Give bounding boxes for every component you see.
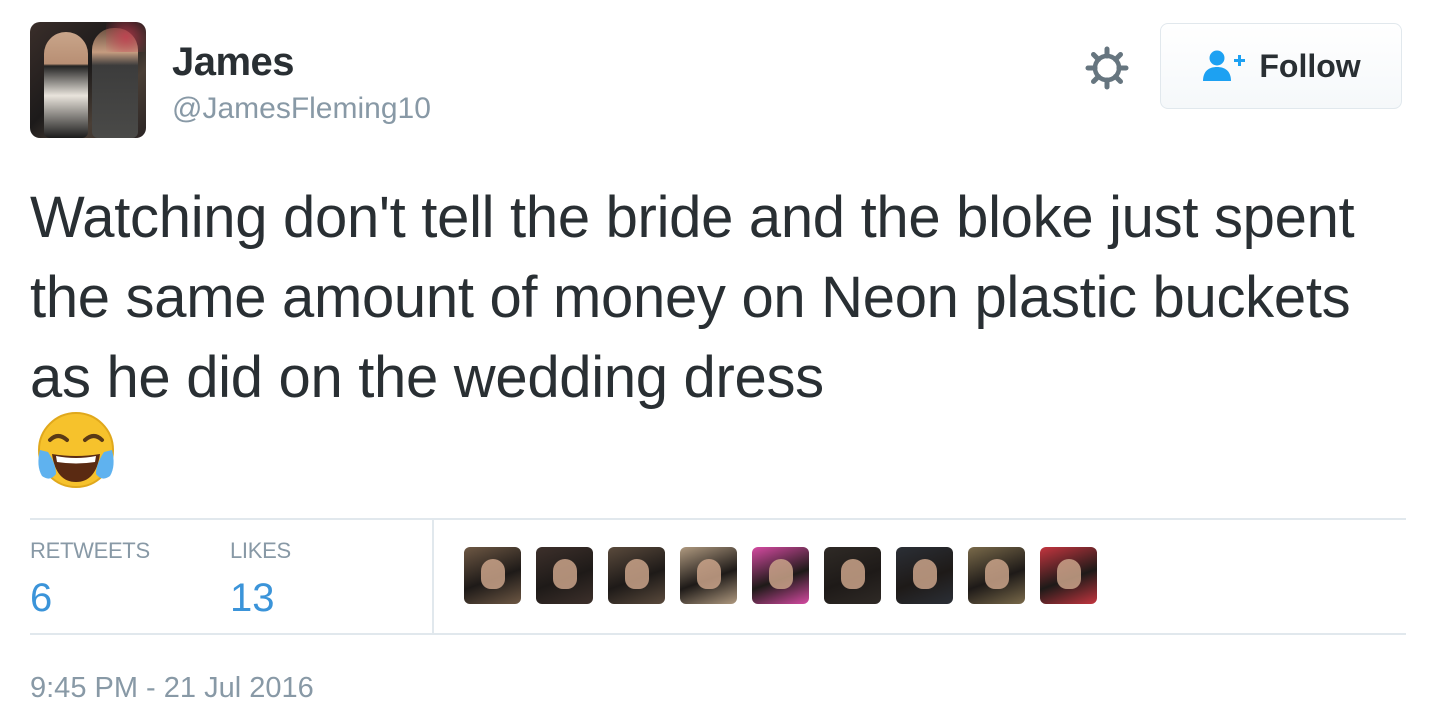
follow-label: Follow bbox=[1259, 47, 1361, 84]
timestamp[interactable]: 9:45 PM - 21 Jul 2016 bbox=[30, 672, 314, 705]
user-handle[interactable]: @JamesFleming10 bbox=[172, 92, 431, 126]
avatar-person-left bbox=[44, 32, 88, 138]
gear-icon[interactable] bbox=[1085, 46, 1129, 90]
likes-label: LIKES bbox=[230, 538, 291, 563]
liker-avatar[interactable] bbox=[968, 547, 1025, 604]
avatar[interactable] bbox=[30, 22, 146, 138]
liker-avatar[interactable] bbox=[464, 547, 521, 604]
retweets-label: RETWEETS bbox=[30, 538, 150, 563]
liker-avatar-face bbox=[552, 559, 577, 589]
retweets-stat[interactable]: RETWEETS 6 bbox=[30, 538, 150, 621]
liker-avatars bbox=[464, 547, 1097, 604]
liker-avatar-face bbox=[624, 559, 649, 589]
liker-avatar[interactable] bbox=[680, 547, 737, 604]
liker-avatar-face bbox=[480, 559, 505, 589]
avatar-background-light bbox=[106, 22, 146, 52]
liker-avatar[interactable] bbox=[608, 547, 665, 604]
liker-avatar-face bbox=[984, 559, 1009, 589]
likes-stat[interactable]: LIKES 13 bbox=[230, 538, 291, 621]
liker-avatar-face bbox=[840, 559, 865, 589]
divider bbox=[30, 518, 1406, 520]
follow-person-plus-icon bbox=[1201, 49, 1247, 83]
liker-avatar-face bbox=[696, 559, 721, 589]
retweets-count: 6 bbox=[30, 576, 53, 620]
face-with-tears-of-joy-icon bbox=[34, 410, 118, 494]
liker-avatar[interactable] bbox=[752, 547, 809, 604]
display-name[interactable]: James bbox=[172, 40, 295, 85]
follow-button[interactable]: Follow bbox=[1160, 23, 1402, 109]
stats-divider bbox=[432, 520, 434, 633]
tweet-text: Watching don't tell the bride and the bl… bbox=[30, 185, 1355, 410]
liker-avatar[interactable] bbox=[1040, 547, 1097, 604]
liker-avatar-face bbox=[1056, 559, 1081, 589]
liker-avatar-face bbox=[912, 559, 937, 589]
liker-avatar[interactable] bbox=[896, 547, 953, 604]
tweet-card: James @JamesFleming10 Follow Watching do… bbox=[0, 0, 1440, 722]
liker-avatar[interactable] bbox=[824, 547, 881, 604]
liker-avatar[interactable] bbox=[536, 547, 593, 604]
likes-count: 13 bbox=[230, 576, 275, 620]
liker-avatar-face bbox=[768, 559, 793, 589]
divider bbox=[30, 633, 1406, 635]
